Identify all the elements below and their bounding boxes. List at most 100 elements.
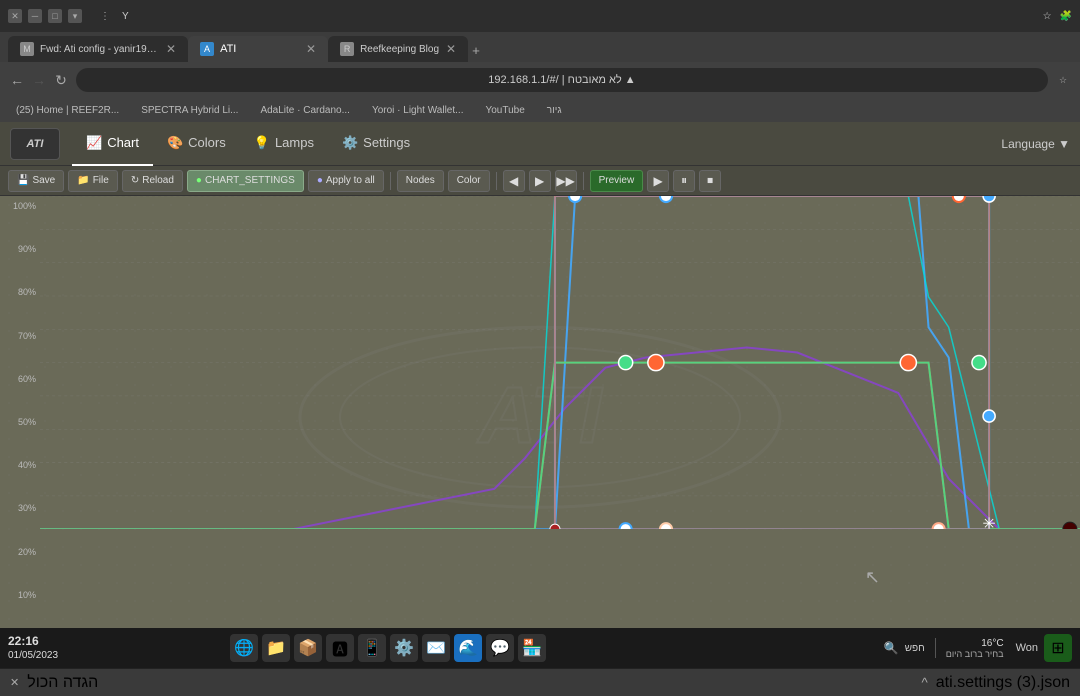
language-selector[interactable]: Language ▼ [1001, 137, 1070, 151]
colors-icon: 🎨 [167, 135, 183, 151]
settings-file-name: ati.settings (3).json [936, 674, 1070, 692]
tab-settings[interactable]: ⚙️ Settings [328, 122, 424, 166]
bookmark-home[interactable]: (25) Home | REEF2R... [10, 103, 125, 118]
browser-top-bar: ✕ ─ □ ▾ ⋮ Y ☆ 🧩 [0, 0, 1080, 32]
tab-email[interactable]: M Fwd: Ati config - yanir1984@gm... ✕ [8, 36, 188, 62]
y-label-10: 10% [4, 590, 36, 600]
taskbar-mail-icon[interactable]: ✉️ [422, 634, 450, 662]
chart-settings-button[interactable]: ● CHART_SETTINGS [187, 170, 304, 192]
profile-icon: Y [122, 11, 129, 22]
status-close-button[interactable]: ✕ [10, 676, 19, 689]
y-axis: 100% 90% 80% 70% 60% 50% 40% 30% 20% 10%… [0, 196, 40, 648]
bookmark-icon: ☆ [1043, 11, 1052, 22]
tab-favicon-reef: R [340, 42, 354, 56]
back-button[interactable]: ← [10, 73, 24, 87]
taskbar-chrome-icon[interactable]: 🌐 [230, 634, 258, 662]
nodes-button[interactable]: Nodes [397, 170, 444, 192]
y-label-90: 90% [4, 244, 36, 254]
address-bar[interactable]: 192.168.1.1/#/ | לא מאובטח ▲ [76, 68, 1048, 92]
tab-favicon-ati: A [200, 42, 214, 56]
tab-close-ati[interactable]: ✕ [306, 42, 316, 56]
bookmark-yoroi[interactable]: Yoroi · Light Wallet... [366, 103, 470, 118]
tab-ati[interactable]: A ATI ✕ [188, 36, 328, 62]
reload-icon: ↻ [131, 175, 139, 186]
weather-desc: בחיר ברוב היום [946, 649, 1004, 659]
taskbar-settings-icon[interactable]: ⚙️ [390, 634, 418, 662]
status-expand-button[interactable]: ^ [921, 675, 927, 690]
minimize-window-btn[interactable]: ─ [28, 9, 42, 23]
app-nav: ATI 📈 Chart 🎨 Colors 💡 Lamps ⚙️ Settings… [0, 122, 1080, 166]
tab-settings-label: Settings [363, 135, 410, 150]
tab-colors[interactable]: 🎨 Colors [153, 122, 240, 166]
apply-all-button[interactable]: ● Apply to all [308, 170, 384, 192]
y-label-50: 50% [4, 417, 36, 427]
tab-lamps[interactable]: 💡 Lamps [240, 122, 328, 166]
forward-button[interactable]: → [32, 73, 46, 87]
taskbar-sys: 🔍 חפש 16°C בחיר ברוב היום Won ⊞ [884, 634, 1072, 662]
toolbar-sep-2 [496, 172, 497, 190]
play-button[interactable]: ▶ [647, 170, 669, 192]
pause-button[interactable]: ⏸ [673, 170, 695, 192]
color-button[interactable]: Color [448, 170, 490, 192]
apply-dot: ● [317, 175, 323, 186]
tab-colors-label: Colors [188, 135, 226, 150]
file-button[interactable]: 📁 File [68, 170, 118, 192]
browser-tabs: M Fwd: Ati config - yanir1984@gm... ✕ A … [0, 32, 1080, 62]
stop-button[interactable]: ⏹ [699, 170, 721, 192]
taskbar-time: 22:16 [8, 633, 39, 650]
bookmark-page-button[interactable]: ☆ [1056, 73, 1070, 87]
prev-button[interactable]: ◀ [503, 170, 525, 192]
fast-forward-button[interactable]: ▶▶ [555, 170, 577, 192]
reload-button[interactable]: ↻ [54, 73, 68, 87]
app-logo: ATI [10, 128, 60, 160]
taskbar-store-icon[interactable]: 🏪 [518, 634, 546, 662]
chart-settings-label: CHART_SETTINGS [205, 175, 295, 186]
chart-svg: ✳ [40, 196, 1080, 529]
y-label-40: 40% [4, 460, 36, 470]
bookmark-spectra[interactable]: SPECTRA Hybrid Li... [135, 103, 244, 118]
taskbar-win-button[interactable]: ⊞ [1044, 634, 1072, 662]
won-label: Won [1016, 642, 1038, 654]
color-label: Color [457, 175, 481, 186]
taskbar-apps-icon[interactable]: 📱 [358, 634, 386, 662]
y-label-30: 30% [4, 503, 36, 513]
bookmark-adalite[interactable]: AdaLite · Cardano... [254, 103, 356, 118]
tab-close-reef[interactable]: ✕ [446, 42, 456, 56]
tab-label-reef: Reefkeeping Blog [360, 44, 439, 55]
logo-text: ATI [27, 138, 44, 150]
taskbar-files-icon[interactable]: 📁 [262, 634, 290, 662]
status-bar: ✕ הגדה הכול ^ ati.settings (3).json [0, 668, 1080, 696]
file-label: File [93, 175, 109, 186]
new-tab-button[interactable]: + [468, 39, 484, 62]
next-button[interactable]: ▶ [529, 170, 551, 192]
tab-lamps-label: Lamps [275, 135, 314, 150]
chart-icon: 📈 [86, 135, 102, 151]
tab-reefkeeping[interactable]: R Reefkeeping Blog ✕ [328, 36, 468, 62]
taskbar-teams-icon[interactable]: 💬 [486, 634, 514, 662]
tab-favicon-email: M [20, 42, 34, 56]
reload-button-app[interactable]: ↻ Reload [122, 170, 183, 192]
taskbar-edge-icon[interactable]: 🌊 [454, 634, 482, 662]
preview-button[interactable]: Preview [590, 170, 644, 192]
apply-label: Apply to all [326, 175, 375, 186]
browser-wrapper: ✕ ─ □ ▾ ⋮ Y ☆ 🧩 M Fwd: Ati config - yani… [0, 0, 1080, 668]
save-button[interactable]: 💾 Save [8, 170, 64, 192]
svg-text:✳: ✳ [982, 515, 996, 529]
lamps-icon: 💡 [254, 135, 270, 151]
taskbar-dropbox-icon[interactable]: 📦 [294, 634, 322, 662]
maximize-window-btn[interactable]: □ [48, 9, 62, 23]
extensions-icon: 🧩 [1060, 11, 1072, 22]
tab-close-email[interactable]: ✕ [166, 42, 176, 56]
search-text: חפש [905, 643, 925, 654]
y-label-100: 100% [4, 201, 36, 211]
menu-window-btn[interactable]: ▾ [68, 9, 82, 23]
nodes-label: Nodes [406, 175, 435, 186]
status-text: הגדה הכול [27, 674, 98, 692]
bookmark-giur[interactable]: גיור [541, 103, 568, 118]
close-window-btn[interactable]: ✕ [8, 9, 22, 23]
bookmark-youtube[interactable]: YouTube [479, 103, 530, 118]
window-controls: ✕ ─ □ ▾ [8, 9, 82, 23]
tab-chart[interactable]: 📈 Chart [72, 122, 153, 166]
toolbar: 💾 Save 📁 File ↻ Reload ● CHART_SETTINGS … [0, 166, 1080, 196]
taskbar-amazon-icon[interactable]: 🅰 [326, 634, 354, 662]
